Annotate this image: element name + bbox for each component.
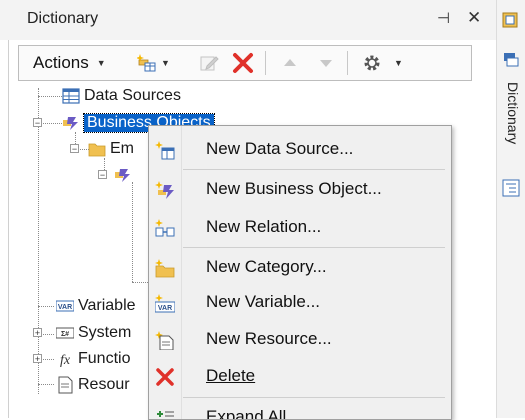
move-down-icon [320,60,332,67]
settings-icon [364,55,380,71]
tree-item-label: Variable [78,297,136,314]
menu-item-label: New Data Source... [206,139,354,158]
tree-connector [38,306,54,307]
tree-item-data-sources[interactable]: Data Sources [62,85,181,107]
new-category-icon [155,259,175,278]
tree-item-functions[interactable]: fx Functio [56,348,131,370]
expand-all-icon [157,411,174,417]
menu-separator [183,397,445,398]
dictionary-tab-icon[interactable] [501,10,521,30]
tree-connector [38,88,39,394]
properties-tab-icon[interactable] [501,50,521,70]
svg-text:VAR: VAR [158,305,172,312]
actions-menu-button[interactable]: Actions ▼ [33,46,106,80]
function-icon: fx [60,353,71,368]
expand-toggle[interactable]: + [33,328,42,338]
menu-item-label: Expand All [206,407,287,420]
data-sources-icon [62,88,80,104]
menu-item-expand-all[interactable]: Expand All [149,400,451,420]
tree-connector [132,182,133,282]
tree-item-resources[interactable]: Resour [56,374,130,396]
menu-item-new-business-object[interactable]: New Business Object... [149,172,451,206]
menu-item-label: Delete [206,366,256,385]
tree-connector [38,384,54,385]
tree-item-variables[interactable]: VAR Variable [56,295,136,317]
panel-titlebar: Dictionary ⊣ ✕ [0,0,496,40]
dictionary-toolbar: Actions ▼ ▼ ▼ [18,45,472,81]
actions-label: Actions [33,53,89,72]
collapse-toggle[interactable]: − [33,118,42,128]
new-relation-icon [155,219,175,237]
panel-border [8,40,9,418]
svg-text:fx: fx [60,353,71,368]
new-variable-icon: VAR [155,294,175,313]
edit-icon [200,56,219,71]
report-tree-icon[interactable] [501,178,521,198]
menu-item-label: New Business Object... [206,179,382,198]
svg-text:Σ#: Σ# [61,331,69,338]
side-tab-dictionary[interactable]: Dictionary [505,82,521,144]
close-icon[interactable]: ✕ [467,8,481,28]
menu-item-label: New Variable... [206,292,321,311]
context-menu: New Data Source... New Business Object..… [148,125,452,420]
delete-icon [233,53,253,73]
chevron-down-icon: ▼ [161,58,170,68]
variable-icon: VAR [56,300,74,312]
move-up-icon [284,59,296,66]
toolbar-separator [347,51,348,75]
tree-item-system-variables[interactable]: Σ# System [56,322,131,344]
business-objects-icon [63,117,78,130]
tree-item-label: Data Sources [84,87,181,104]
panel-title: Dictionary [27,10,99,27]
tree-item-label: System [78,324,132,341]
chevron-down-icon: ▼ [96,58,106,68]
menu-item-new-variable[interactable]: VAR New Variable... [149,285,451,319]
chevron-down-icon: ▼ [394,58,403,68]
tree-item-em[interactable]: Em [88,138,134,160]
delete-icon [156,368,174,386]
menu-item-label: New Resource... [206,329,332,348]
toolbar-separator [265,51,266,75]
menu-item-new-category[interactable]: New Category... [149,250,451,284]
edit-button[interactable] [199,46,219,80]
business-object-icon [115,169,130,182]
delete-button[interactable] [232,46,254,80]
new-item-button[interactable]: ▼ [137,46,170,80]
new-data-source-icon [155,141,175,160]
menu-item-label: New Category... [206,257,327,276]
tree-item-business-object[interactable] [114,164,136,186]
menu-item-new-resource[interactable]: New Resource... [149,322,451,356]
menu-separator [183,169,445,170]
pin-icon[interactable]: ⊣ [437,9,450,27]
folder-icon [88,143,106,157]
resource-icon [58,376,73,394]
system-variables-icon: Σ# [56,327,74,339]
move-up-button[interactable] [281,46,299,80]
collapse-toggle[interactable]: − [70,144,79,154]
move-down-button[interactable] [317,46,335,80]
new-business-object-icon [155,181,174,199]
tree-connector [38,96,62,97]
svg-text:VAR: VAR [58,304,72,311]
new-item-icon [137,54,156,72]
settings-button[interactable]: ▼ [362,46,403,80]
menu-item-new-data-source[interactable]: New Data Source... [149,132,451,166]
tree-item-label: Em [110,140,134,157]
menu-item-label: New Relation... [206,217,322,236]
menu-separator [183,247,445,248]
expand-toggle[interactable]: + [33,354,42,364]
collapse-toggle[interactable]: − [98,170,107,180]
menu-item-new-relation[interactable]: New Relation... [149,210,451,244]
side-tab-strip [496,0,525,418]
tree-connector [132,282,148,283]
tree-item-label: Functio [78,350,131,367]
menu-item-delete[interactable]: Delete [149,359,451,393]
tree-item-label: Resour [78,376,130,393]
new-resource-icon [155,331,174,350]
